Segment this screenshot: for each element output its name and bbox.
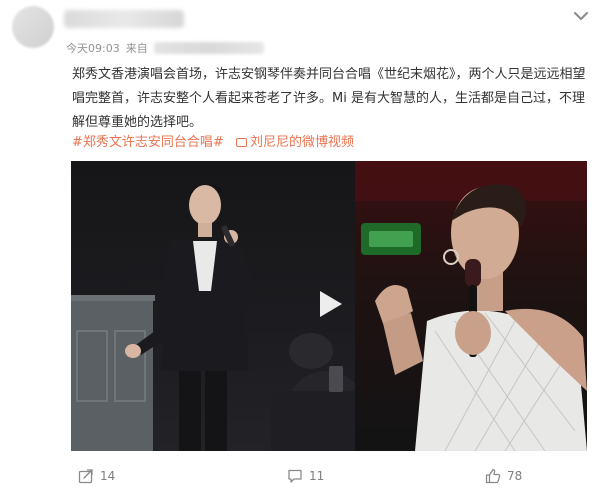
username-blurred[interactable] <box>64 10 184 28</box>
more-icon[interactable] <box>572 8 590 24</box>
video-link-icon <box>235 138 247 147</box>
video-player[interactable] <box>71 161 587 451</box>
singer-right-illustration <box>355 161 587 451</box>
source-prefix: 来自 <box>125 42 148 55</box>
post-text: 郑秀文香港演唱会首场，许志安钢琴伴奏并同台合唱《世纪末烟花》，两个人只是远远相望… <box>72 67 586 130</box>
video-scene-left <box>71 161 355 451</box>
post-meta: 今天09:03 来自 <box>66 40 264 56</box>
repost-button[interactable]: 14 <box>78 468 115 484</box>
video-scene-right <box>355 161 587 451</box>
post-tags: #郑秀文许志安同台合唱# 刘尼尼的微博视频 <box>72 134 354 152</box>
comment-count: 11 <box>309 469 325 483</box>
repost-icon <box>78 469 93 484</box>
weibo-post-card: 今天09:03 来自 郑秀文香港演唱会首场，许志安钢琴伴奏并同台合唱《世纪末烟花… <box>0 0 601 500</box>
topic-tag-link[interactable]: #郑秀文许志安同台合唱# <box>72 135 224 150</box>
post-time[interactable]: 今天09:03 <box>66 40 120 56</box>
like-count: 78 <box>507 469 523 483</box>
video-source-link[interactable]: 刘尼尼的微博视频 <box>235 135 354 150</box>
like-icon <box>485 468 501 484</box>
like-button[interactable]: 78 <box>485 468 522 484</box>
avatar[interactable] <box>12 6 54 48</box>
comment-button[interactable]: 11 <box>287 468 324 484</box>
repost-count: 14 <box>100 469 116 483</box>
source-blurred <box>153 42 264 54</box>
post-actions-bar: 14 11 78 <box>0 468 601 492</box>
play-icon[interactable] <box>314 289 344 319</box>
video-source-label: 刘尼尼的微博视频 <box>249 135 354 150</box>
singer-left-illustration <box>71 183 355 451</box>
comment-icon <box>288 469 302 483</box>
